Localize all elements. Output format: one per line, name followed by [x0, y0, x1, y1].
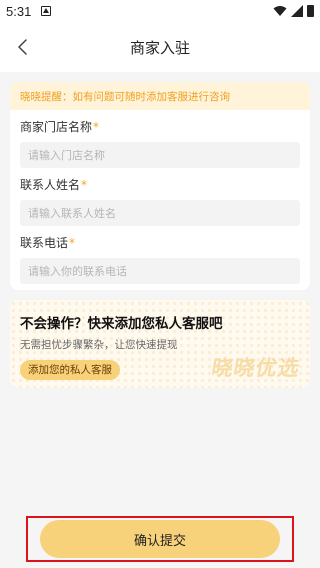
page-title: 商家入驻 — [129, 38, 190, 57]
back-button[interactable] — [10, 34, 36, 60]
customer-service-promo: 不会操作？快来添加您私人客服吧 无需担忧步骤繁杂，让您快速提现 添加您的私人客服… — [10, 300, 310, 388]
merchant-form-card: 晓晓提醒：如有问题可随时添加客服进行咨询 商家门店名称* 联系人姓名* 联系电话… — [10, 82, 310, 290]
store-name-input[interactable] — [20, 142, 300, 168]
battery-icon — [307, 5, 314, 17]
wifi-icon — [273, 6, 287, 16]
status-bar: 5:31 — [0, 0, 320, 22]
contact-phone-label-text: 联系电话 — [20, 236, 69, 250]
add-customer-service-button[interactable]: 添加您的私人客服 — [20, 360, 120, 380]
status-icons — [273, 5, 314, 17]
store-name-label: 商家门店名称* — [20, 120, 300, 134]
required-mark: * — [93, 120, 100, 134]
contact-name-label-text: 联系人姓名 — [20, 178, 81, 192]
submit-button[interactable]: 确认提交 — [40, 520, 280, 558]
store-name-group: 商家门店名称* — [10, 120, 310, 168]
tip-banner: 晓晓提醒：如有问题可随时添加客服进行咨询 — [10, 82, 310, 110]
status-time: 5:31 — [6, 3, 32, 19]
contact-name-label: 联系人姓名* — [20, 178, 300, 192]
contact-phone-label: 联系电话* — [20, 236, 300, 250]
submit-area: 确认提交 — [0, 510, 320, 568]
contact-phone-group: 联系电话* — [10, 236, 310, 284]
promo-heading: 不会操作？快来添加您私人客服吧 — [20, 316, 223, 332]
brand-watermark: 晓晓优选 — [209, 356, 302, 380]
store-name-label-text: 商家门店名称 — [20, 120, 93, 134]
promo-subtext: 无需担忧步骤繁杂，让您快速提现 — [20, 339, 178, 351]
contact-name-group: 联系人姓名* — [10, 178, 310, 226]
promo-content: 不会操作？快来添加您私人客服吧 无需担忧步骤繁杂，让您快速提现 添加您的私人客服… — [10, 300, 310, 388]
chevron-left-icon — [18, 39, 27, 55]
contact-name-input[interactable] — [20, 200, 300, 226]
header-bar: 商家入驻 — [0, 22, 320, 72]
signal-icon — [291, 5, 303, 17]
notification-icon — [41, 6, 52, 16]
contact-phone-input[interactable] — [20, 258, 300, 284]
required-mark: * — [81, 178, 88, 192]
required-mark: * — [69, 236, 76, 250]
